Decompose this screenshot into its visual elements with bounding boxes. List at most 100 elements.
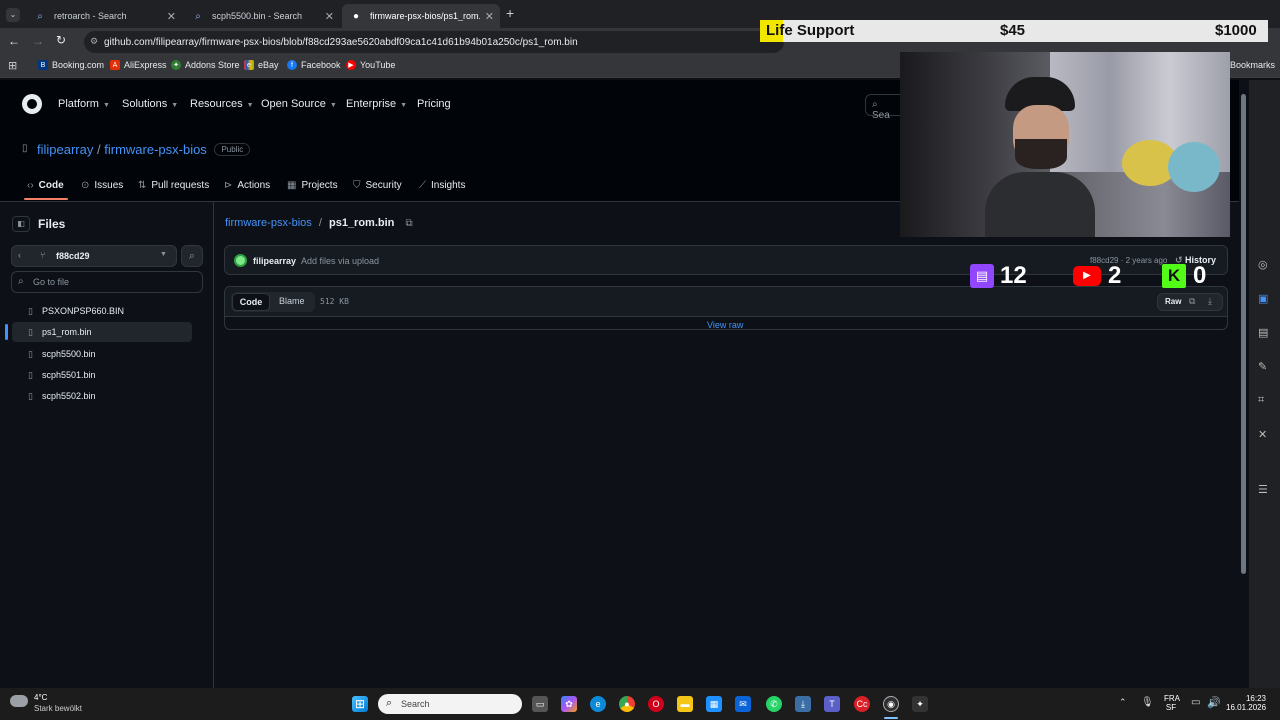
site-info-icon[interactable]: ⚙	[90, 36, 98, 47]
file-icon: ▯	[28, 390, 33, 401]
nav-resources[interactable]: Resources ▼	[190, 98, 254, 110]
branch-selector[interactable]: ‹ ⑂ f88cd29 ▼	[11, 245, 177, 267]
new-tab-button[interactable]: +	[506, 5, 514, 21]
search-files-button[interactable]: ⌕	[181, 245, 203, 267]
nav-platform[interactable]: Platform ▼	[58, 98, 110, 110]
raw-button[interactable]: Raw ⧉ ⤓	[1157, 293, 1223, 311]
file-name: scph5502.bin	[42, 391, 96, 401]
file-item[interactable]: ▯ scph5500.bin	[12, 344, 192, 364]
nav-open-source[interactable]: Open Source ▼	[261, 98, 337, 110]
bookmark-addons[interactable]: ✦ Addons Store	[171, 60, 240, 70]
settings-sliders-icon[interactable]: ☰	[1258, 483, 1268, 496]
save-icon[interactable]: ▤	[1258, 326, 1268, 339]
code-view-button[interactable]: Code	[232, 293, 270, 311]
tab-issues[interactable]: ⊙ Issues	[81, 180, 123, 191]
commit-message[interactable]: Add files via upload	[301, 256, 379, 266]
address-bar[interactable]: ⚙ github.com/filipearray/firmware-psx-bi…	[84, 31, 784, 53]
bookmark-aliexpress[interactable]: A AliExpress	[110, 60, 167, 70]
tab-scph5500-search[interactable]: ⌕ scph5500.bin - Search ✕	[184, 4, 340, 28]
tab-github-ps1-rom[interactable]: ● firmware-psx-bios/ps1_rom.bin ✕	[342, 4, 500, 28]
page-scrollbar[interactable]	[1239, 80, 1249, 688]
youtube-icon: ▶	[346, 60, 356, 70]
obs-icon[interactable]: ◉	[883, 696, 899, 712]
edit-icon[interactable]: ✎	[1258, 360, 1267, 373]
view-raw-link[interactable]: View raw	[707, 320, 743, 330]
download-icon[interactable]: ⤓	[1208, 296, 1212, 307]
tab-insights[interactable]: ⟋ Insights	[419, 180, 465, 191]
active-app-indicator	[884, 717, 898, 719]
taskbar-search[interactable]: ⌕ Search	[378, 694, 522, 714]
tab-code[interactable]: ‹› Code	[27, 180, 64, 191]
nav-solutions[interactable]: Solutions ▼	[122, 98, 178, 110]
mail-icon[interactable]: ✉	[735, 696, 751, 712]
weather-widget[interactable]: 4°C Stark bewölkt	[10, 693, 120, 717]
opera-gx-icon[interactable]: O	[648, 696, 664, 712]
copy-icon[interactable]: ⧉	[1189, 296, 1195, 307]
whatsapp-icon[interactable]: ✆	[766, 696, 782, 712]
nav-pricing[interactable]: Pricing	[417, 98, 451, 110]
commit-author[interactable]: filipearray	[253, 256, 296, 266]
gamepad-app-icon[interactable]: ✦	[912, 696, 928, 712]
lens-icon[interactable]: ◎	[1258, 258, 1268, 271]
tab-label: Actions	[237, 180, 271, 191]
booking-icon: B	[38, 60, 48, 70]
close-icon[interactable]: ✕	[325, 10, 334, 23]
clock[interactable]: 16:23 16.01.2026	[1226, 694, 1266, 712]
creative-cloud-icon[interactable]: Cc	[854, 696, 870, 712]
clock-time: 16:23	[1245, 694, 1266, 703]
file-item[interactable]: ▯ scph5501.bin	[12, 365, 192, 385]
bookmark-youtube[interactable]: ▶ YouTube	[346, 60, 395, 70]
nav-enterprise[interactable]: Enterprise ▼	[346, 98, 407, 110]
go-to-file-input[interactable]: ⌕ Go to file	[11, 271, 203, 293]
selected-file-indicator	[5, 324, 8, 340]
scrollbar-thumb[interactable]	[1241, 94, 1246, 574]
bookmark-ebay[interactable]: e eBay	[244, 60, 279, 70]
microphone-icon[interactable]: 🎙	[1141, 697, 1154, 708]
file-name: ps1_rom.bin	[42, 327, 92, 337]
microsoft-store-icon[interactable]: ▦	[706, 696, 722, 712]
volume-icon[interactable]: 🔊	[1207, 696, 1221, 709]
file-item[interactable]: ▯ scph5502.bin	[12, 386, 192, 406]
copy-path-icon[interactable]: ⧉	[405, 218, 412, 229]
copilot-icon[interactable]: ✿	[561, 696, 577, 712]
teams-icon[interactable]: T	[824, 696, 840, 712]
go-to-file-placeholder: Go to file	[33, 277, 70, 287]
bookmark-panel-icon[interactable]: ▣	[1258, 292, 1268, 305]
bookmark-facebook[interactable]: f Facebook	[287, 60, 341, 70]
network-icon[interactable]: ▭	[1191, 697, 1200, 708]
language-indicator[interactable]: FRA SF	[1164, 694, 1180, 712]
github-logo-icon[interactable]	[22, 94, 42, 114]
file-item[interactable]: ▯ PSXONPSP660.BIN	[12, 301, 192, 321]
tab-projects[interactable]: ▦ Projects	[287, 180, 338, 191]
forward-icon[interactable]: →	[32, 34, 44, 48]
file-explorer-icon[interactable]: ▬	[677, 696, 693, 712]
task-view-icon[interactable]: ▭	[532, 696, 548, 712]
all-bookmarks[interactable]: Bookmarks	[1230, 60, 1275, 70]
apps-grid-icon[interactable]: ⊞	[8, 59, 17, 72]
tools-icon[interactable]: ✕	[1258, 428, 1267, 441]
chrome-icon[interactable]: ●	[619, 696, 635, 712]
tab-list-chevron-icon[interactable]: ⌄	[6, 8, 20, 22]
tray-overflow-icon[interactable]: ⌃	[1119, 697, 1127, 708]
file-item-selected[interactable]: ▯ ps1_rom.bin	[12, 322, 192, 342]
close-icon[interactable]: ✕	[167, 10, 176, 23]
bookmark-booking[interactable]: B Booking.com	[38, 60, 104, 70]
repo-owner-link[interactable]: filipearray	[37, 142, 93, 157]
repo-name-link[interactable]: firmware-psx-bios	[104, 142, 207, 157]
gamepad-icon[interactable]: ⌗	[1258, 394, 1264, 407]
edge-icon[interactable]: e	[590, 696, 606, 712]
tab-pull-requests[interactable]: ⇅ Pull requests	[138, 180, 209, 191]
download-app-icon[interactable]: ⤓	[795, 696, 811, 712]
avatar[interactable]	[234, 254, 247, 267]
github-search-input[interactable]: ⌕ Sea	[865, 94, 905, 121]
reload-icon[interactable]: ↻	[56, 33, 66, 47]
blame-view-button[interactable]: Blame	[279, 296, 305, 306]
tab-actions[interactable]: ⊳ Actions	[224, 180, 270, 191]
start-icon[interactable]: ⊞	[352, 696, 368, 712]
back-icon[interactable]: ←	[8, 34, 20, 48]
close-icon[interactable]: ✕	[485, 10, 494, 23]
tab-security[interactable]: ⛉ Security	[353, 180, 402, 191]
collapse-sidebar-icon[interactable]: ◧	[12, 216, 30, 232]
tab-retroarch-search[interactable]: ⌕ retroarch - Search ✕	[26, 4, 182, 28]
breadcrumb-repo-link[interactable]: firmware-psx-bios	[225, 217, 312, 229]
